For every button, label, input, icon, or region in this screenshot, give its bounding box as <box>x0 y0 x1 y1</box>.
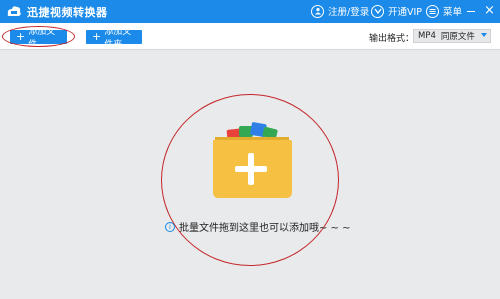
drop-hint: i 批量文件拖到这里也可以添加哦~ ~ ~ <box>165 219 351 234</box>
add-folder-button[interactable]: + 添加文件夹 <box>86 27 142 50</box>
close-icon[interactable]: × <box>484 3 495 19</box>
user-icon <box>311 4 324 18</box>
title-bar: 迅捷视频转换器 注册/登录 开通VIP 菜单 × <box>0 0 500 23</box>
output-format-select[interactable]: MP4 同原文件 <box>413 29 491 43</box>
login-button[interactable]: 注册/登录 <box>311 3 369 19</box>
menu-label: 菜单 <box>443 7 463 18</box>
drop-hint-text: 批量文件拖到这里也可以添加哦~ ~ ~ <box>179 223 351 234</box>
add-folder-label: 添加文件夹 <box>104 27 132 50</box>
output-format-label: 输出格式： <box>369 34 415 44</box>
app-title: 迅捷视频转换器 <box>27 6 108 19</box>
output-format-value: MP4 <box>418 31 436 41</box>
minimize-icon[interactable] <box>467 11 475 13</box>
output-format-quality: 同原文件 <box>440 32 475 42</box>
menu-icon <box>426 4 439 18</box>
vip-button[interactable]: 开通VIP <box>371 3 422 19</box>
vip-icon <box>371 4 384 18</box>
login-label: 注册/登录 <box>328 7 370 18</box>
menu-button[interactable]: 菜单 <box>426 3 462 19</box>
annotation-circle-add-file <box>2 26 75 47</box>
app-logo-icon <box>7 6 21 16</box>
annotation-circle-drop-area <box>161 94 339 266</box>
info-icon: i <box>165 221 175 232</box>
vip-label: 开通VIP <box>388 7 423 18</box>
chevron-down-icon <box>481 33 487 37</box>
plus-icon: + <box>92 30 102 43</box>
